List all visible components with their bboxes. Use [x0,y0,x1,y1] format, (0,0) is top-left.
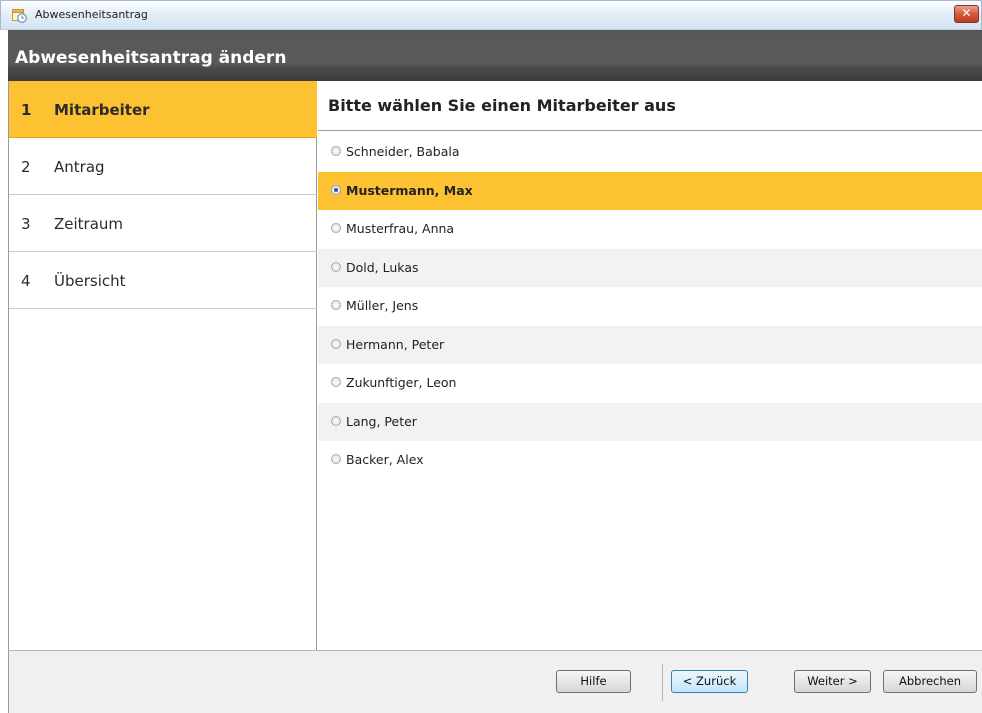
button-separator [662,664,663,701]
step-antrag[interactable]: 2 Antrag [9,138,317,195]
window-title-bar: Abwesenheitsantrag ✕ [0,0,982,30]
wizard-footer: Hilfe < Zurück Weiter > Abbrechen [8,650,982,713]
employee-name: Schneider, Babala [346,144,460,159]
radio-button[interactable] [331,300,341,310]
radio-button[interactable] [331,415,341,426]
radio-button[interactable] [331,338,341,349]
employee-name: Hermann, Peter [346,336,445,352]
employee-name: Musterfrau, Anna [346,221,455,236]
employee-selection-panel: Bitte wählen Sie einen Mitarbeiter aus S… [318,81,982,650]
calendar-clock-icon [12,9,27,23]
step-number: 4 [21,272,31,290]
cancel-button[interactable]: Abbrechen [883,670,977,693]
close-icon: ✕ [961,6,972,20]
step-number: 2 [21,158,31,176]
wizard-title: Abwesenheitsantrag ändern [15,48,287,68]
next-button[interactable]: Weiter > [794,670,871,693]
radio-button[interactable] [331,261,341,272]
step-uebersicht[interactable]: 4 Übersicht [9,252,317,309]
radio-button[interactable] [331,454,341,464]
employee-row[interactable]: Lang, Peter [318,402,982,441]
employee-row[interactable]: Müller, Jens [318,287,982,326]
employee-name: Lang, Peter [346,413,417,429]
employee-row[interactable]: Musterfrau, Anna [318,210,982,249]
employee-list: Schneider, Babala Mustermann, Max Muster… [318,133,982,480]
radio-button[interactable] [331,223,341,233]
step-mitarbeiter[interactable]: 1 Mitarbeiter [9,81,317,138]
step-number: 1 [21,101,32,119]
window-title: Abwesenheitsantrag [35,8,148,21]
back-button[interactable]: < Zurück [671,670,748,693]
radio-button[interactable] [331,146,341,156]
employee-row[interactable]: Zukunftiger, Leon [318,364,982,403]
step-label: Antrag [54,158,105,176]
step-number: 3 [21,215,31,233]
help-button[interactable]: Hilfe [556,670,631,693]
step-zeitraum[interactable]: 3 Zeitraum [9,195,317,252]
employee-row[interactable]: Hermann, Peter [318,325,982,364]
employee-name: Backer, Alex [346,452,424,467]
wizard-header: Abwesenheitsantrag ändern [8,30,982,81]
employee-row-selected[interactable]: Mustermann, Max [318,171,982,210]
employee-row[interactable]: Schneider, Babala [318,133,982,172]
radio-button[interactable] [331,377,341,387]
step-navigation: 1 Mitarbeiter 2 Antrag 3 Zeitraum 4 Über… [8,81,317,650]
employee-row[interactable]: Backer, Alex [318,441,982,480]
employee-name: Mustermann, Max [346,182,473,198]
employee-row[interactable]: Dold, Lukas [318,248,982,287]
close-button[interactable]: ✕ [954,5,979,23]
radio-dot-icon [334,187,338,192]
step-label: Mitarbeiter [54,101,150,119]
step-label: Zeitraum [54,215,124,233]
step-label: Übersicht [54,272,126,290]
radio-button-checked[interactable] [331,184,341,195]
heading-divider [318,130,982,131]
employee-name: Dold, Lukas [346,259,419,275]
employee-name: Müller, Jens [346,298,419,313]
page-heading: Bitte wählen Sie einen Mitarbeiter aus [328,96,676,115]
employee-name: Zukunftiger, Leon [346,375,457,390]
